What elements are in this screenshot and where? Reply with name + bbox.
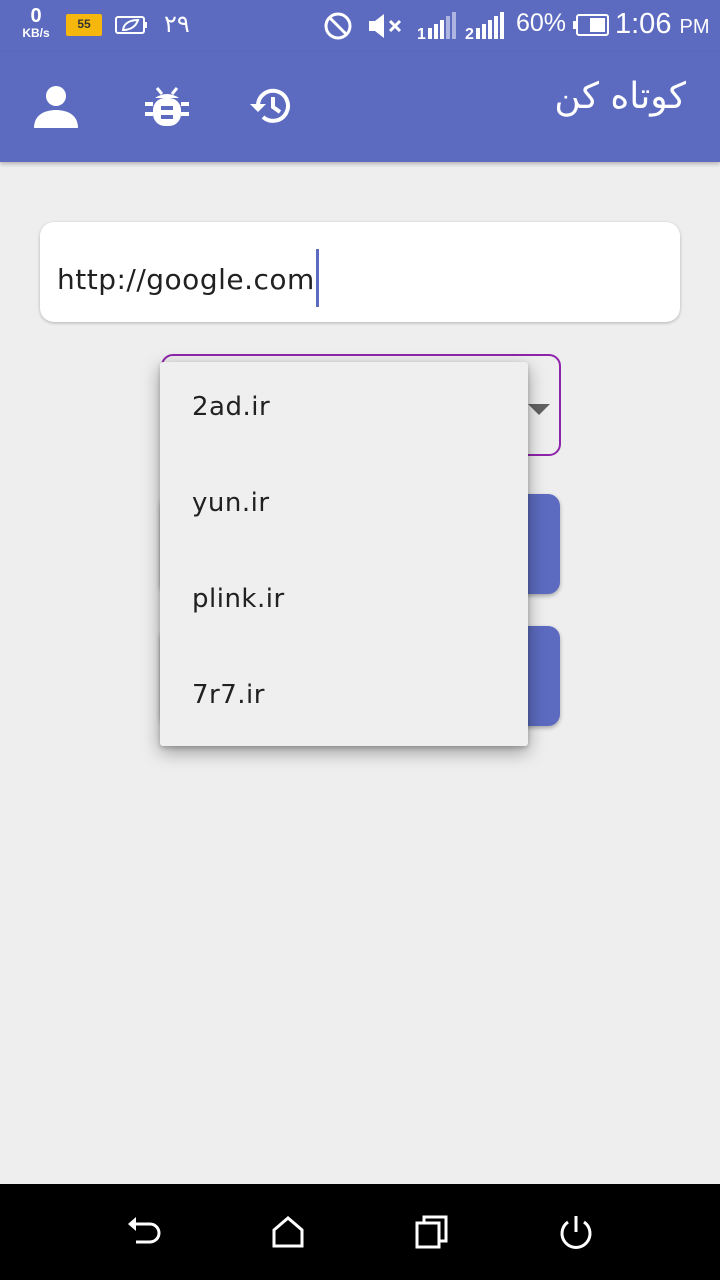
sim2-label: 2 — [465, 26, 474, 42]
sim2-signal-icon: 2 — [465, 12, 504, 42]
power-icon[interactable] — [556, 1212, 596, 1252]
app-title: کوتاه کن — [554, 76, 686, 117]
account-icon[interactable] — [32, 82, 80, 130]
history-icon[interactable] — [248, 82, 296, 130]
status-time-ampm: PM — [679, 16, 710, 38]
dropdown-arrow-icon[interactable] — [528, 404, 550, 415]
recents-icon[interactable] — [412, 1212, 452, 1252]
dropdown-option-label: 7r7.ir — [192, 680, 265, 710]
battery-icon — [573, 14, 609, 36]
domain-dropdown-menu: 2ad.ir yun.ir plink.ir 7r7.ir — [160, 362, 528, 746]
app-bar: کوتاه کن — [0, 52, 720, 162]
status-date: ۲۹ — [164, 10, 190, 38]
url-input-value: http://google.com — [57, 263, 315, 296]
home-icon[interactable] — [268, 1212, 308, 1252]
battery-saver-leaf-icon — [115, 16, 147, 34]
volume-muted-icon — [369, 14, 402, 38]
status-time-value: 1:06 — [615, 8, 672, 40]
network-speed-unit: KB/s — [22, 26, 50, 40]
url-input[interactable]: http://google.com — [57, 249, 319, 310]
do-not-disturb-icon — [324, 12, 352, 40]
sim1-label: 1 — [417, 26, 426, 42]
dropdown-option[interactable]: 7r7.ir — [160, 650, 528, 746]
network-speed-value: 0 — [30, 5, 42, 27]
dropdown-option[interactable]: 2ad.ir — [160, 362, 528, 458]
dropdown-option-label: 2ad.ir — [192, 392, 271, 422]
sd-card-badge: 55 — [66, 14, 102, 36]
dropdown-option[interactable]: yun.ir — [160, 458, 528, 554]
status-bar: 0 KB/s 55 ۲۹ 1 2 60% 1:06 PM — [0, 0, 720, 52]
sd-card-badge-text: 55 — [77, 17, 91, 31]
url-input-card[interactable]: http://google.com — [40, 222, 680, 322]
system-nav-bar — [0, 1184, 720, 1280]
sim1-signal-icon: 1 — [417, 12, 456, 42]
network-speed: 0 KB/s — [16, 6, 56, 39]
bug-icon[interactable] — [143, 82, 191, 130]
dropdown-option-label: plink.ir — [192, 584, 285, 614]
dropdown-option-label: yun.ir — [192, 488, 270, 518]
text-cursor — [315, 249, 319, 307]
status-time: 1:06 PM — [615, 8, 710, 41]
dropdown-option[interactable]: plink.ir — [160, 554, 528, 650]
back-icon[interactable] — [124, 1212, 164, 1252]
battery-percent: 60% — [516, 9, 567, 37]
